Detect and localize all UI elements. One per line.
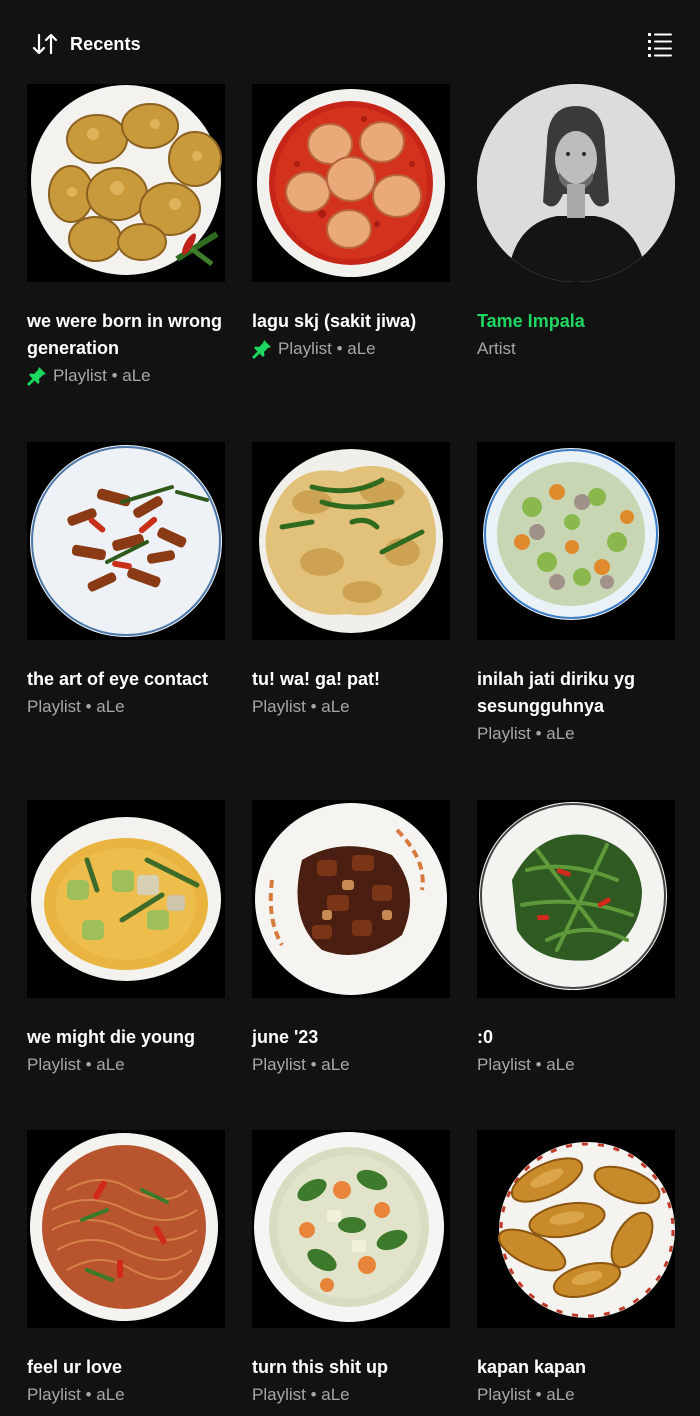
item-title: we were born in wrong generation — [27, 311, 223, 358]
item-title: turn this shit up — [252, 1357, 388, 1377]
playlist-cover — [252, 1130, 450, 1328]
item-title: lagu skj (sakit jiwa) — [252, 311, 417, 331]
item-title: :0 — [477, 1027, 494, 1047]
item-subtitle: Playlist • aLe — [252, 335, 450, 362]
list-view-icon — [648, 33, 672, 57]
food-plate-image — [477, 1130, 675, 1328]
food-plate-image — [477, 442, 675, 640]
playlist-cover — [252, 800, 450, 998]
playlist-cover — [252, 442, 450, 640]
food-plate-image — [477, 800, 675, 998]
item-title: Tame Impala — [477, 311, 585, 331]
item-subtitle-text: Playlist • aLe — [477, 1055, 575, 1074]
library-item-card[interactable]: feel ur love Playlist • aLe — [27, 1130, 225, 1408]
playlist-cover — [27, 84, 225, 282]
item-subtitle-text: Playlist • aLe — [477, 724, 575, 743]
playlist-cover — [477, 800, 675, 998]
item-subtitle: Playlist • aLe — [27, 1381, 225, 1408]
item-subtitle-text: Playlist • aLe — [278, 339, 376, 358]
artist-avatar — [477, 84, 675, 282]
library-item-card[interactable]: the art of eye contact Playlist • aLe — [27, 442, 225, 720]
sort-arrows-icon — [32, 33, 58, 55]
item-subtitle-text: Playlist • aLe — [27, 1385, 125, 1404]
library-item-card[interactable]: turn this shit up Playlist • aLe — [252, 1130, 450, 1408]
food-plate-image — [27, 84, 225, 282]
food-plate-image — [252, 800, 450, 998]
item-subtitle-text: Playlist • aLe — [252, 1055, 350, 1074]
item-subtitle-text: Playlist • aLe — [477, 1385, 575, 1404]
library-header: Recents — [0, 0, 700, 86]
playlist-cover — [27, 1130, 225, 1328]
item-subtitle-text: Playlist • aLe — [252, 697, 350, 716]
library-item-card[interactable]: we might die young Playlist • aLe — [27, 800, 225, 1078]
library-item-card[interactable]: kapan kapan Playlist • aLe — [477, 1130, 675, 1408]
pin-icon — [27, 366, 47, 386]
food-plate-image — [27, 442, 225, 640]
library-item-card[interactable]: june '23 Playlist • aLe — [252, 800, 450, 1078]
playlist-cover — [27, 442, 225, 640]
item-subtitle: Playlist • aLe — [477, 1381, 675, 1408]
item-title: kapan kapan — [477, 1357, 587, 1377]
library-item-card[interactable]: lagu skj (sakit jiwa) Playlist • aLe — [252, 84, 450, 362]
item-subtitle: Playlist • aLe — [477, 1051, 675, 1078]
item-subtitle: Playlist • aLe — [27, 1051, 225, 1078]
library-item-card[interactable]: we were born in wrong generation Playlis… — [27, 84, 225, 389]
item-title: tu! wa! ga! pat! — [252, 669, 380, 689]
item-subtitle: Playlist • aLe — [27, 693, 225, 720]
playlist-cover — [252, 84, 450, 282]
artist-portrait-image — [477, 84, 675, 282]
item-subtitle-text: Playlist • aLe — [27, 1055, 125, 1074]
list-view-button[interactable] — [644, 28, 676, 60]
library-item-card[interactable]: Tame Impala Artist — [477, 84, 675, 362]
item-subtitle: Artist — [477, 335, 675, 362]
food-plate-image — [252, 442, 450, 640]
item-title: we might die young — [27, 1027, 196, 1047]
library-item-card[interactable]: :0 Playlist • aLe — [477, 800, 675, 1078]
pin-icon — [252, 339, 272, 359]
item-subtitle-text: Playlist • aLe — [53, 366, 151, 385]
item-subtitle: Playlist • aLe — [477, 720, 675, 747]
item-title: the art of eye contact — [27, 669, 209, 689]
food-plate-image — [252, 84, 450, 282]
playlist-cover — [27, 800, 225, 998]
item-title: feel ur love — [27, 1357, 123, 1377]
sort-label: Recents — [70, 33, 141, 54]
item-subtitle: Playlist • aLe — [27, 362, 225, 389]
sort-button[interactable]: Recents — [30, 28, 141, 60]
item-subtitle-text: Playlist • aLe — [252, 1385, 350, 1404]
item-subtitle-text: Playlist • aLe — [27, 697, 125, 716]
item-subtitle-text: Artist — [477, 339, 516, 358]
food-plate-image — [27, 800, 225, 998]
library-item-card[interactable]: tu! wa! ga! pat! Playlist • aLe — [252, 442, 450, 720]
playlist-cover — [477, 442, 675, 640]
playlist-cover — [477, 1130, 675, 1328]
item-title: june '23 — [252, 1027, 319, 1047]
item-subtitle: Playlist • aLe — [252, 693, 450, 720]
food-plate-image — [27, 1130, 225, 1328]
item-subtitle: Playlist • aLe — [252, 1381, 450, 1408]
library-screen: Recents we were born in wrong generation… — [0, 0, 700, 1416]
food-plate-image — [252, 1130, 450, 1328]
item-title: inilah jati diriku yg sesungguhnya — [477, 669, 636, 716]
item-subtitle: Playlist • aLe — [252, 1051, 450, 1078]
library-item-card[interactable]: inilah jati diriku yg sesungguhnya Playl… — [477, 442, 675, 747]
